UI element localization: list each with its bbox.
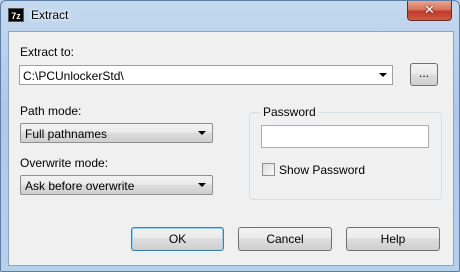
chevron-down-icon[interactable] bbox=[379, 73, 387, 77]
overwrite-mode-label: Overwrite mode: bbox=[20, 156, 109, 170]
overwrite-mode-value: Ask before overwrite bbox=[25, 179, 135, 193]
browse-button[interactable]: ... bbox=[410, 63, 438, 86]
overwrite-mode-select[interactable]: Ask before overwrite bbox=[20, 175, 213, 195]
chevron-down-icon bbox=[198, 131, 206, 135]
password-group-label: Password bbox=[260, 105, 319, 119]
title-bar[interactable]: 7z Extract ✕ bbox=[1, 1, 459, 31]
ok-button[interactable]: OK bbox=[131, 227, 224, 251]
extract-to-value: C:\PCUnlockerStd\ bbox=[23, 69, 124, 83]
path-mode-value: Full pathnames bbox=[25, 127, 108, 141]
show-password-checkbox[interactable] bbox=[262, 163, 275, 176]
show-password-label[interactable]: Show Password bbox=[279, 163, 365, 177]
password-input[interactable] bbox=[261, 125, 429, 148]
dialog-body: Extract to: C:\PCUnlockerStd\ ... Path m… bbox=[8, 31, 454, 266]
cancel-button[interactable]: Cancel bbox=[238, 227, 332, 251]
close-button[interactable]: ✕ bbox=[407, 1, 452, 21]
extract-to-combobox[interactable]: C:\PCUnlockerStd\ bbox=[19, 65, 393, 85]
path-mode-select[interactable]: Full pathnames bbox=[20, 123, 213, 143]
window-title: Extract bbox=[31, 8, 69, 22]
extract-dialog: 7z Extract ✕ Extract to: C:\PCUnlockerSt… bbox=[0, 0, 460, 272]
chevron-down-icon bbox=[198, 183, 206, 187]
close-icon: ✕ bbox=[424, 2, 435, 17]
help-button[interactable]: Help bbox=[346, 227, 440, 251]
extract-to-label: Extract to: bbox=[20, 45, 75, 59]
path-mode-label: Path mode: bbox=[20, 104, 82, 118]
7zip-app-icon: 7z bbox=[8, 8, 24, 22]
